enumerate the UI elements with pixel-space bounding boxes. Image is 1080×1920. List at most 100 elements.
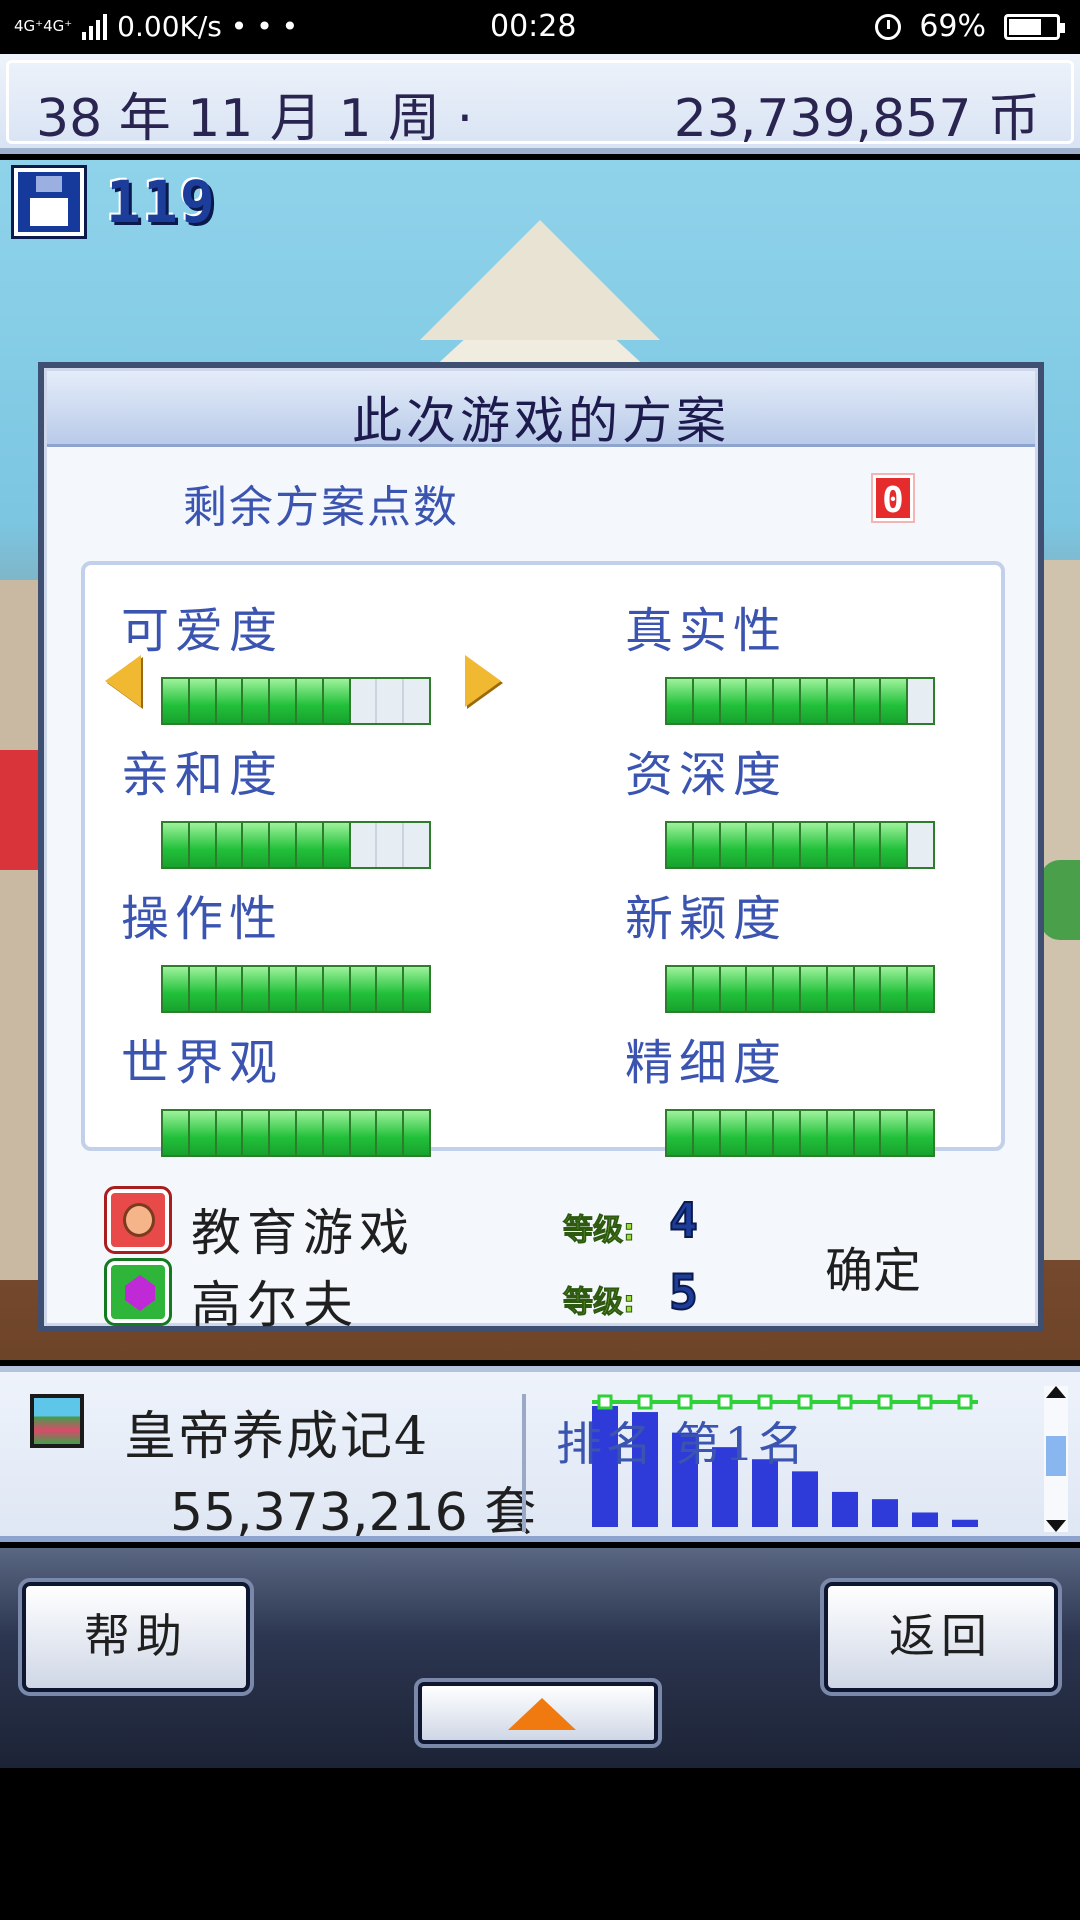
stat-segment — [404, 823, 429, 867]
stat-name: 资深度 — [625, 747, 788, 803]
stat-segment — [270, 679, 297, 723]
back-button[interactable]: 返回 — [820, 1578, 1062, 1696]
up-arrow-icon — [508, 1698, 576, 1730]
stat-segment — [216, 1111, 244, 1155]
decrease-arrow-icon[interactable] — [105, 655, 141, 707]
stat-segment — [881, 679, 909, 723]
stat-affinity[interactable]: 亲和度 — [121, 735, 481, 875]
chart-marker — [917, 1394, 933, 1410]
stat-bar — [161, 965, 431, 1013]
stat-segment — [404, 967, 429, 1011]
stat-segment — [323, 1111, 351, 1155]
stat-segment — [774, 823, 801, 867]
game-info-panel: 皇帝养成记4 55,373,216 套 排名 第1名 — [0, 1366, 1080, 1543]
save-count: 119 — [106, 168, 217, 236]
save-indicator[interactable]: 119 — [11, 165, 217, 239]
money-display: 23,739,857 币 — [673, 89, 1040, 149]
stat-segment — [189, 1111, 217, 1155]
stat-segment — [377, 1111, 405, 1155]
stat-segment — [216, 823, 244, 867]
stat-segment — [908, 679, 933, 723]
level-value: 5 — [668, 1264, 699, 1322]
stat-segment — [800, 679, 828, 723]
top-info-bar: 38 年 11 月 1 周 · 23,739,857 币 — [0, 54, 1080, 154]
stat-segment — [667, 823, 694, 867]
stat-segment — [404, 679, 429, 723]
stat-segment — [216, 679, 244, 723]
stat-segment — [908, 967, 933, 1011]
stat-segment — [827, 679, 855, 723]
game-sales: 55,373,216 套 — [170, 1483, 537, 1543]
expand-button[interactable] — [414, 1678, 662, 1748]
stat-controls[interactable]: 操作性 — [121, 879, 481, 1019]
stat-segment — [270, 1111, 297, 1155]
stat-segment — [216, 967, 244, 1011]
network-speed: 0.00K/s • • • — [117, 10, 299, 43]
genre-name: 高尔夫 — [191, 1276, 359, 1334]
stat-segment — [881, 967, 909, 1011]
stat-detail[interactable]: 精细度 — [625, 1023, 985, 1163]
scrollbar[interactable] — [1044, 1386, 1068, 1532]
face-icon — [104, 1186, 172, 1254]
chart-marker — [637, 1394, 653, 1410]
stat-segment — [377, 679, 405, 723]
genre-row-golf: 高尔夫 等级: 5 — [104, 1258, 707, 1334]
stat-name: 新颖度 — [625, 891, 788, 947]
divider — [522, 1394, 526, 1532]
confirm-button[interactable]: 确定 — [783, 1231, 963, 1311]
remaining-points-value: 0 — [871, 473, 915, 523]
stat-segment — [693, 967, 721, 1011]
stat-segment — [243, 1111, 271, 1155]
stat-segment — [881, 1111, 909, 1155]
stat-segment — [854, 967, 882, 1011]
stat-segment — [720, 823, 748, 867]
battery-percent: 69% — [919, 9, 986, 44]
stat-name: 精细度 — [625, 1035, 788, 1091]
stat-segment — [189, 967, 217, 1011]
genre-row-education: 教育游戏 等级: 4 — [104, 1186, 707, 1262]
stat-segment — [854, 1111, 882, 1155]
dialog-title-bar: 此次游戏的方案 — [47, 371, 1035, 450]
stat-segment — [747, 679, 775, 723]
scroll-thumb[interactable] — [1046, 1436, 1066, 1476]
stat-name: 世界观 — [121, 1035, 284, 1091]
stat-bar — [161, 677, 431, 725]
stat-depth[interactable]: 资深度 — [625, 735, 985, 875]
stat-segment — [323, 823, 351, 867]
stat-segment — [774, 1111, 801, 1155]
stat-segment — [296, 679, 324, 723]
stat-segment — [720, 679, 748, 723]
stat-segment — [243, 967, 271, 1011]
stat-segment — [296, 1111, 324, 1155]
plan-dialog: 此次游戏的方案 剩余方案点数 0 可爱度 真实性 亲和度 资深度 操作性 新颖度… — [38, 362, 1044, 1334]
stat-segment — [908, 823, 933, 867]
scroll-down-icon[interactable] — [1046, 1520, 1066, 1532]
stat-segment — [350, 1111, 378, 1155]
stat-segment — [800, 823, 828, 867]
status-bar: 4G⁺4G⁺ 0.00K/s • • • 00:28 69% — [0, 0, 1080, 54]
gem-icon — [104, 1258, 172, 1326]
stat-cuteness[interactable]: 可爱度 — [121, 591, 481, 731]
stat-bar — [665, 1109, 935, 1157]
scroll-up-icon[interactable] — [1046, 1386, 1066, 1398]
stat-segment — [296, 823, 324, 867]
stat-worldview[interactable]: 世界观 — [121, 1023, 481, 1163]
stat-segment — [377, 823, 405, 867]
stat-realism[interactable]: 真实性 — [625, 591, 985, 731]
stat-segment — [800, 1111, 828, 1155]
help-button[interactable]: 帮助 — [18, 1578, 254, 1696]
rank-label: 排名 第1名 — [556, 1417, 808, 1471]
stat-segment — [404, 1111, 429, 1155]
increase-arrow-icon[interactable] — [465, 655, 501, 707]
stat-novelty[interactable]: 新颖度 — [625, 879, 985, 1019]
stat-segment — [296, 967, 324, 1011]
building-roof-top — [420, 220, 660, 340]
stat-segment — [774, 679, 801, 723]
network-type: 4G⁺4G⁺ — [14, 17, 73, 35]
stat-segment — [667, 967, 694, 1011]
chart-marker — [797, 1394, 813, 1410]
game-thumbnail-icon — [30, 1394, 84, 1448]
stat-bar — [665, 821, 935, 869]
stat-segment — [827, 823, 855, 867]
stat-name: 亲和度 — [121, 747, 284, 803]
